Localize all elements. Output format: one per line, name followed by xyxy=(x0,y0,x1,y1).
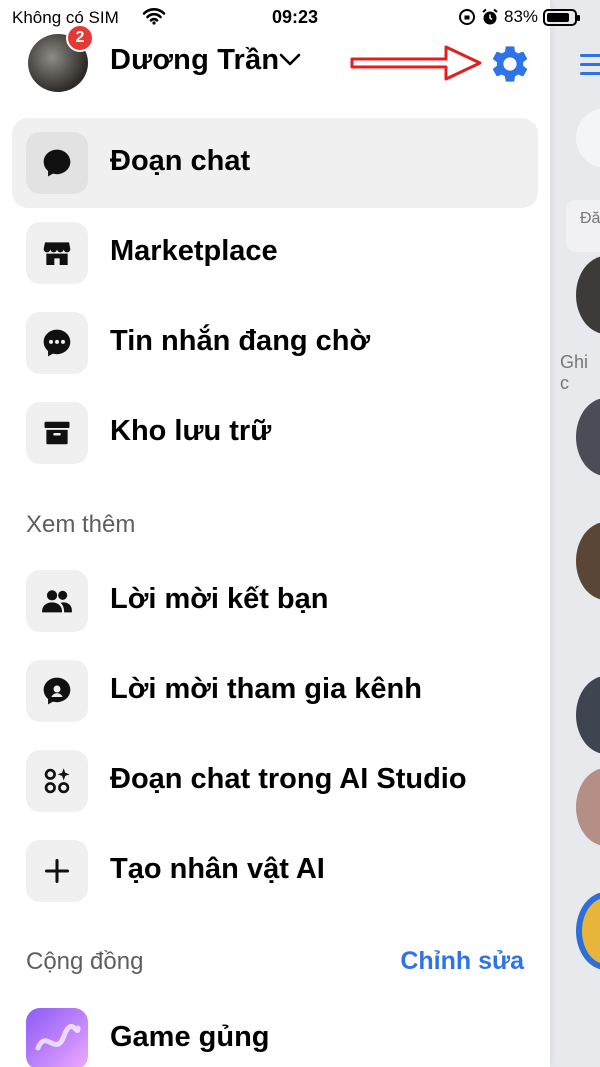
background-chat-list: Đă Ghi c xyxy=(550,0,600,1067)
archive-box-icon xyxy=(44,421,70,445)
icon-box xyxy=(26,570,88,632)
battery-percent: 83% xyxy=(504,7,539,26)
community-item[interactable]: Game gủng xyxy=(12,994,538,1067)
menu-item-marketplace[interactable]: Marketplace xyxy=(12,208,538,298)
chat-bubble-icon xyxy=(43,149,71,177)
background-circle xyxy=(576,108,600,168)
menu-item-label: Lời mời tham gia kênh xyxy=(110,673,422,705)
menu-item-message-requests[interactable]: Tin nhắn đang chờ xyxy=(12,298,538,388)
menu-item-label: Tin nhắn đang chờ xyxy=(110,325,371,357)
ai-studio-icon xyxy=(44,768,70,794)
icon-box xyxy=(26,750,88,812)
background-avatar xyxy=(576,676,600,754)
icon-box xyxy=(26,132,88,194)
message-dots-icon xyxy=(43,329,71,357)
carrier-label: Không có SIM xyxy=(12,8,119,27)
annotation-arrow-icon xyxy=(350,45,482,81)
menu-item-ai-studio-chats[interactable]: Đoạn chat trong AI Studio xyxy=(12,736,538,826)
menu-item-label: Tạo nhân vật AI xyxy=(110,853,325,885)
community-avatar xyxy=(26,1008,88,1067)
hamburger-icon[interactable] xyxy=(580,54,600,81)
drawer-header: 2 Dương Trần xyxy=(0,24,550,92)
wave-graphic xyxy=(35,1023,81,1051)
community-item-label: Game gủng xyxy=(110,1021,270,1053)
orientation-lock-icon xyxy=(459,9,475,25)
background-chip: Đă xyxy=(566,200,600,252)
menu-item-chats[interactable]: Đoạn chat xyxy=(12,118,538,208)
profile-name[interactable]: Dương Trần xyxy=(110,44,279,77)
menu-item-channel-invites[interactable]: Lời mời tham gia kênh xyxy=(12,646,538,736)
menu-item-archive[interactable]: Kho lưu trữ xyxy=(12,388,538,478)
background-avatar xyxy=(576,768,600,846)
menu-item-friend-requests[interactable]: Lời mời kết bạn xyxy=(12,556,538,646)
edit-community-link[interactable]: Chỉnh sửa xyxy=(400,947,524,976)
background-avatar xyxy=(576,256,600,334)
clock: 09:23 xyxy=(272,7,319,27)
background-avatar xyxy=(576,398,600,476)
battery-icon xyxy=(543,8,581,26)
wifi-icon xyxy=(142,8,166,25)
menu-item-label: Đoạn chat trong AI Studio xyxy=(110,763,467,795)
icon-box xyxy=(26,312,88,374)
section-title-community: Cộng đồng xyxy=(26,948,144,975)
plus-icon xyxy=(44,858,70,884)
menu-item-label: Đoạn chat xyxy=(110,145,251,177)
icon-box xyxy=(26,660,88,722)
icon-box xyxy=(26,402,88,464)
menu-item-create-ai-character[interactable]: Tạo nhân vật AI xyxy=(12,826,538,916)
section-title-see-more: Xem thêm xyxy=(26,511,136,538)
channel-chat-icon xyxy=(43,677,71,705)
background-label: Ghi c xyxy=(560,352,589,393)
gear-icon[interactable] xyxy=(488,42,532,86)
side-drawer: 2 Dương Trần Đoạn chat Marketplace Tin n… xyxy=(0,0,550,1067)
status-right: 83% xyxy=(458,7,581,27)
menu-item-label: Lời mời kết bạn xyxy=(110,583,329,615)
background-avatar xyxy=(576,522,600,600)
chevron-down-icon[interactable] xyxy=(278,52,302,68)
menu-item-label: Marketplace xyxy=(110,235,278,267)
storefront-icon xyxy=(43,242,71,265)
icon-box xyxy=(26,222,88,284)
people-icon xyxy=(42,590,72,613)
menu-item-label: Kho lưu trữ xyxy=(110,415,272,447)
status-bar: Không có SIM 09:23 83% xyxy=(0,0,600,34)
background-avatar xyxy=(576,892,600,970)
icon-box xyxy=(26,840,88,902)
alarm-icon xyxy=(482,8,498,25)
